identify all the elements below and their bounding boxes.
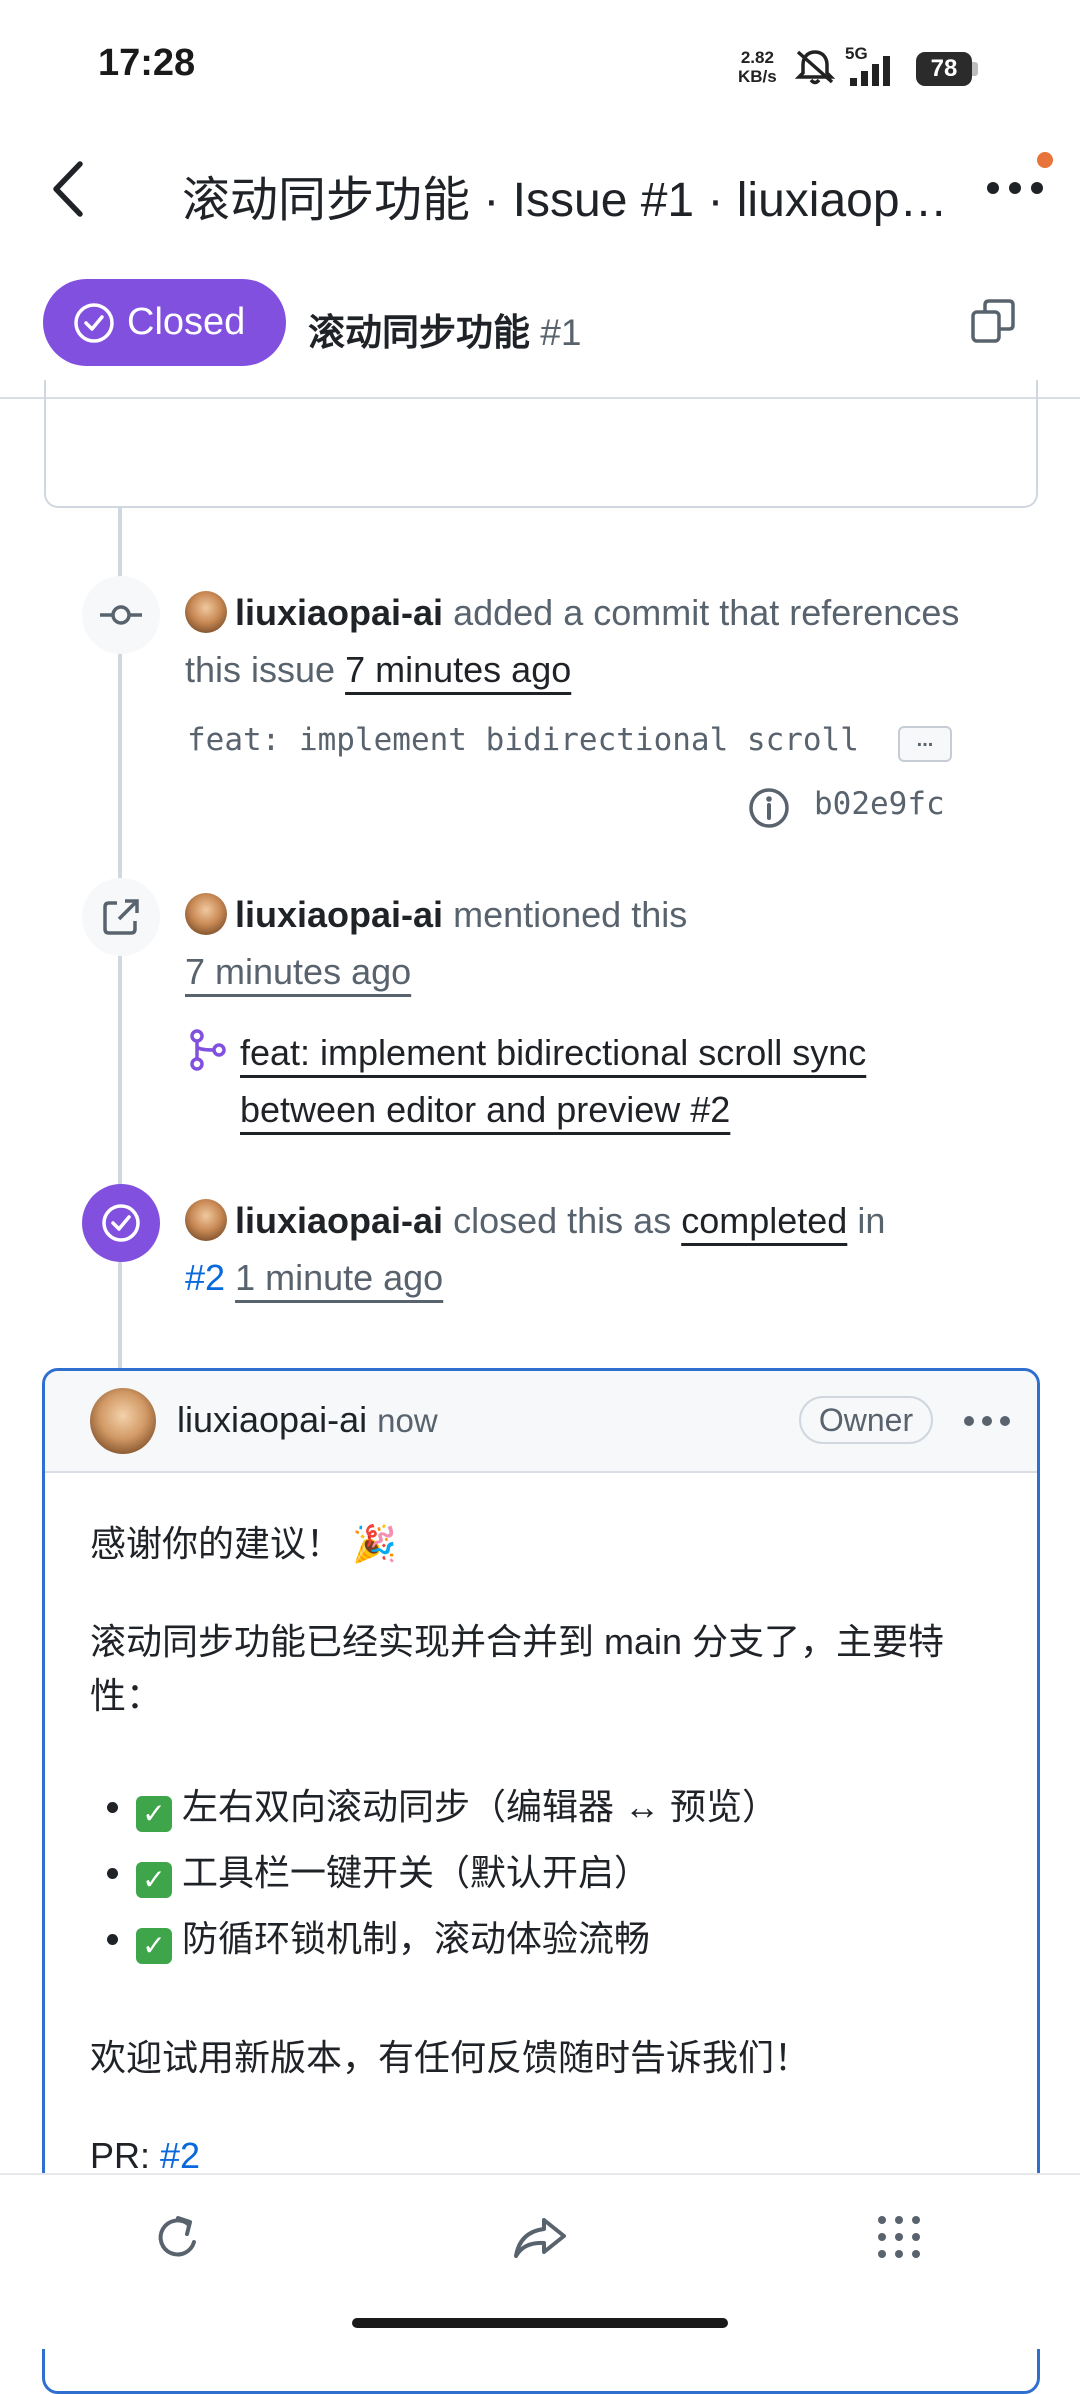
commit-event-text: liuxiaopai-ai added a commit that refere… xyxy=(185,584,1025,698)
linked-pr-title[interactable]: feat: implement bidirectional scroll syn… xyxy=(240,1024,960,1138)
mention-event-text: liuxiaopai-ai mentioned this 7 minutes a… xyxy=(185,886,1025,1000)
battery-tip xyxy=(972,62,978,76)
mute-icon xyxy=(794,50,836,85)
cross-reference-icon xyxy=(103,899,139,935)
signal-icon xyxy=(850,56,890,86)
closing-pr-link[interactable]: #2 xyxy=(185,1257,225,1298)
battery-indicator: 78 xyxy=(916,52,972,86)
commit-sha[interactable]: b02e9fc xyxy=(814,786,945,822)
comment-paragraph: 滚动同步功能已经实现并合并到 main 分支了，主要特性： xyxy=(90,1621,945,1716)
event-time-link[interactable]: 7 minutes ago xyxy=(345,649,571,690)
home-indicator[interactable] xyxy=(352,2318,728,2328)
mention-event-icon xyxy=(82,878,160,956)
comment-options-icon[interactable] xyxy=(963,1415,1011,1427)
issue-state-badge: Closed xyxy=(43,279,286,366)
share-icon[interactable] xyxy=(512,2216,568,2260)
copy-icon[interactable] xyxy=(970,298,1016,344)
close-reason-link[interactable]: completed xyxy=(681,1200,847,1241)
comment-paragraph: 感谢你的建议！ 🎉 xyxy=(90,1523,397,1564)
network-speed-value: 2.82 xyxy=(740,48,774,67)
check-mark-icon: ✓ xyxy=(136,1928,172,1964)
user-avatar[interactable] xyxy=(185,591,227,633)
more-options-icon[interactable] xyxy=(985,180,1045,196)
comment-header: liuxiaopai-ai now Owner xyxy=(45,1371,1037,1473)
event-time-link[interactable]: 7 minutes ago xyxy=(185,951,411,992)
comment-time[interactable]: now xyxy=(377,1402,438,1439)
network-speed: 2.82 KB/s xyxy=(738,48,777,86)
network-speed-unit: KB/s xyxy=(738,67,777,86)
owner-badge: Owner xyxy=(799,1396,933,1444)
check-mark-icon: ✓ xyxy=(136,1796,172,1832)
user-avatar[interactable] xyxy=(185,893,227,935)
feature-text: 防循环锁机制，滚动体验流畅 xyxy=(182,1918,651,1959)
pr-link[interactable]: #2 xyxy=(160,2135,200,2176)
user-avatar[interactable] xyxy=(185,1199,227,1241)
closed-event-text: liuxiaopai-ai closed this as completed i… xyxy=(185,1192,1025,1306)
issue-number: #1 xyxy=(540,312,582,353)
issue-state-label: Closed xyxy=(127,301,246,343)
commit-event-icon xyxy=(82,576,160,654)
commit-message[interactable]: feat: implement bidirectional scroll syn… xyxy=(187,722,879,758)
status-time: 17:28 xyxy=(98,42,196,84)
feature-text: 左右双向滚动同步（编辑器 ↔ 预览） xyxy=(182,1786,779,1827)
event-user-link[interactable]: liuxiaopai-ai xyxy=(235,894,443,935)
event-user-link[interactable]: liuxiaopai-ai xyxy=(235,1200,443,1241)
notification-dot xyxy=(1037,152,1053,168)
list-item: ✓ 防循环锁机制，滚动体验流畅 xyxy=(136,1906,995,1972)
pull-request-icon xyxy=(190,1029,226,1071)
check-circle-icon xyxy=(74,302,114,343)
expand-commit-button[interactable]: ... xyxy=(898,726,952,762)
linked-pr-text[interactable]: feat: implement bidirectional scroll syn… xyxy=(240,1032,866,1130)
refresh-icon[interactable] xyxy=(154,2212,204,2264)
event-time-link[interactable]: 1 minute ago xyxy=(235,1257,443,1298)
git-commit-icon xyxy=(100,605,142,625)
comment-author-link[interactable]: liuxiaopai-ai xyxy=(177,1399,367,1440)
event-action: mentioned this xyxy=(453,894,688,935)
event-action: closed this as xyxy=(453,1200,672,1241)
previous-comment-box xyxy=(44,380,1038,508)
check-mark-icon: ✓ xyxy=(136,1862,172,1898)
check-circle-icon xyxy=(102,1204,140,1242)
comment-author-avatar[interactable] xyxy=(90,1388,156,1454)
issue-header-title: 滚动同步功能 #1 xyxy=(308,302,581,356)
issue-title: 滚动同步功能 xyxy=(308,312,530,353)
event-in-word: in xyxy=(857,1200,886,1241)
info-icon[interactable] xyxy=(747,786,791,830)
feature-text: 工具栏一键开关（默认开启） xyxy=(182,1852,651,1893)
list-item: ✓ 工具栏一键开关（默认开启） xyxy=(136,1840,995,1906)
comment-author-line: liuxiaopai-ai now xyxy=(177,1399,438,1441)
pr-label: PR: xyxy=(90,2135,151,2176)
comment-paragraph: 欢迎试用新版本，有任何反馈随时告诉我们！ xyxy=(90,2037,811,2078)
closed-event-icon xyxy=(82,1184,160,1262)
list-item: ✓ 左右双向滚动同步（编辑器 ↔ 预览） xyxy=(136,1774,995,1840)
apps-grid-icon[interactable] xyxy=(876,2214,922,2260)
back-arrow-icon[interactable] xyxy=(48,160,88,218)
feature-list: ✓ 左右双向滚动同步（编辑器 ↔ 预览） ✓ 工具栏一键开关（默认开启） ✓ 防循环锁… xyxy=(90,1774,995,1972)
page-title: 滚动同步功能 · Issue #1 · liuxiaopai-ai/... xyxy=(182,174,952,227)
event-user-link[interactable]: liuxiaopai-ai xyxy=(235,592,443,633)
